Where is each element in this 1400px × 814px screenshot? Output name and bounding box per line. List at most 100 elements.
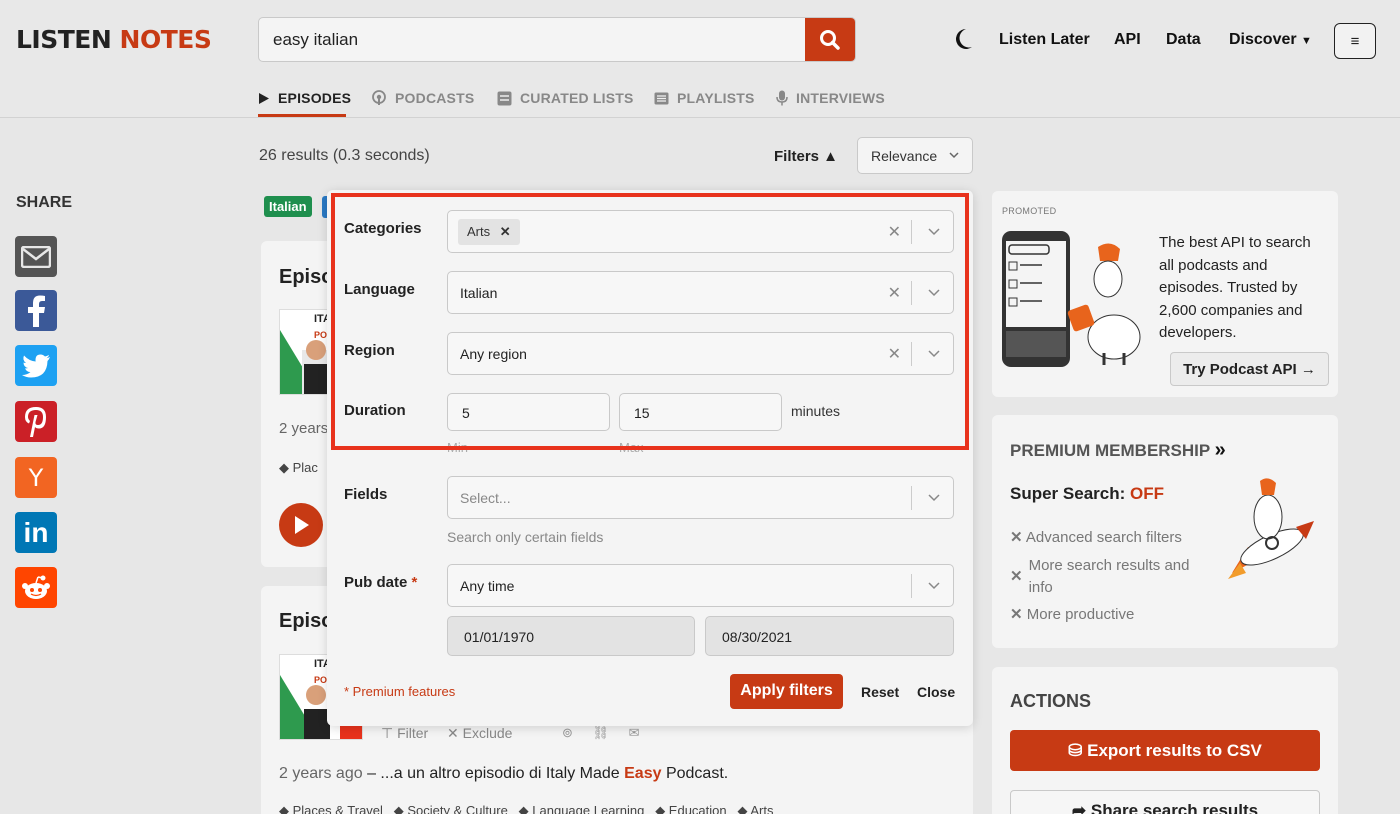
tab-podcasts[interactable]: PODCASTS <box>371 90 474 106</box>
tab-interviews[interactable]: INTERVIEWS <box>776 90 885 106</box>
filter-action[interactable]: ⊤ Filter <box>381 725 428 742</box>
facebook-icon[interactable] <box>15 290 57 331</box>
exclude-action[interactable]: ✕ Exclude <box>447 725 512 742</box>
tab-playlists[interactable]: PLAYLISTS <box>654 90 755 106</box>
export-csv-label: Export results to CSV <box>1087 741 1262 760</box>
episode-title[interactable]: Episo <box>279 610 333 633</box>
rss-icon[interactable]: ⊚ <box>562 725 573 740</box>
fields-placeholder: Select... <box>460 490 511 506</box>
play-icon <box>295 516 309 534</box>
pubdate-label: Pub date * <box>344 574 417 591</box>
tag-label: Society & Culture <box>407 803 508 814</box>
tag-item[interactable]: ◆ Society & Culture <box>394 803 508 814</box>
episode-tag[interactable]: ◆ Plac <box>279 460 318 476</box>
tag-label: Arts <box>750 803 774 814</box>
premium-feature-label: More productive <box>1026 606 1135 623</box>
super-search-state: OFF <box>1130 484 1164 503</box>
nav-discover[interactable]: Discover ▼ <box>1229 31 1312 49</box>
playlist-icon <box>654 92 669 104</box>
logo-part1: LISTEN <box>16 25 112 54</box>
logo[interactable]: LISTEN NOTES <box>16 25 212 54</box>
search-icon <box>820 29 840 50</box>
tag-label: Language Learning <box>532 803 645 814</box>
menu-icon: ≡ <box>1350 32 1360 50</box>
share-search-results-button[interactable]: ➦ Share search results <box>1010 790 1320 814</box>
sort-select[interactable]: Relevance <box>857 137 973 174</box>
search-box <box>258 17 856 62</box>
filter-label: Filter <box>397 725 429 741</box>
database-icon: ⛁ <box>1068 741 1083 760</box>
actions-card: ACTIONS ⛁ Export results to CSV ➦ Share … <box>992 667 1338 814</box>
date-to-input[interactable]: 08/30/2021 <box>705 616 954 656</box>
search-button[interactable] <box>805 18 855 61</box>
premium-feature-label: Advanced search filters <box>1025 529 1182 546</box>
promo-card: PROMOTED The best API to search all podc… <box>992 191 1338 397</box>
date-from-input[interactable]: 01/01/1970 <box>447 616 695 656</box>
rocket-mascot-illustration <box>1228 478 1314 579</box>
tab-curated-lists-label: CURATED LISTS <box>520 90 634 106</box>
tag-item[interactable]: ◆ Places & Travel <box>279 803 383 814</box>
pinterest-icon[interactable] <box>15 401 57 442</box>
podcast-icon <box>372 90 386 105</box>
episode-age: 2 years ago <box>279 765 363 782</box>
fields-select[interactable]: Select... <box>447 476 954 519</box>
apply-filters-button[interactable]: Apply filters <box>730 674 843 709</box>
play-button[interactable] <box>279 503 323 547</box>
premium-feature: ✕ More productive <box>1010 605 1134 623</box>
actions-title: ACTIONS <box>1010 691 1091 711</box>
try-api-button[interactable]: Try Podcast API → <box>1170 352 1329 386</box>
link-icon[interactable]: ⛓ <box>593 725 610 740</box>
caret-down-icon: ▼ <box>1301 35 1312 47</box>
chevron-down-icon[interactable] <box>927 490 941 504</box>
episode-title[interactable]: Episo <box>279 266 333 289</box>
super-search-status: Super Search: OFF <box>1010 484 1164 504</box>
episode-tags: ◆ Places & Travel ◆ Society & Culture ◆ … <box>279 803 774 814</box>
tag-item[interactable]: ◆ Arts <box>737 803 773 814</box>
filters-toggle[interactable]: Filters ▲ <box>774 148 838 165</box>
nav-discover-label: Discover <box>1229 31 1297 48</box>
active-tab-indicator <box>258 114 346 117</box>
reset-button[interactable]: Reset <box>861 684 899 700</box>
super-search-label: Super Search: <box>1010 484 1126 503</box>
play-icon <box>259 92 269 104</box>
email-icon[interactable] <box>15 236 57 277</box>
tab-interviews-label: INTERVIEWS <box>796 90 885 106</box>
tab-curated-lists[interactable]: CURATED LISTS <box>497 90 634 106</box>
premium-card: PREMIUM MEMBERSHIP » Super Search: OFF ✕… <box>992 415 1338 648</box>
list-icon <box>497 91 512 105</box>
menu-button[interactable]: ≡ <box>1334 23 1376 59</box>
tag-icon: ◆ <box>279 460 289 475</box>
nav-data[interactable]: Data <box>1166 31 1201 49</box>
select-divider <box>911 486 912 510</box>
language-chip[interactable]: Italian <box>264 196 312 217</box>
tag-label: Education <box>668 803 727 814</box>
close-button[interactable]: Close <box>917 684 955 700</box>
reddit-icon[interactable] <box>15 567 57 608</box>
hackernews-icon[interactable]: Y <box>15 457 57 498</box>
snippet-post: Podcast. <box>665 765 729 782</box>
premium-star: * <box>411 574 418 591</box>
moon-icon[interactable] <box>952 27 974 51</box>
export-csv-button[interactable]: ⛁ Export results to CSV <box>1010 730 1320 771</box>
exclude-label: Exclude <box>462 725 513 741</box>
x-icon: ✕ <box>1010 529 1023 546</box>
snippet-dash: – <box>367 765 376 782</box>
header: LISTEN NOTES Listen Later API Data Disco… <box>0 0 1400 118</box>
nav-listen-later[interactable]: Listen Later <box>999 31 1090 49</box>
pubdate-select[interactable]: Any time <box>447 564 954 607</box>
tab-episodes[interactable]: EPISODES <box>258 90 351 106</box>
email-icon[interactable]: ✉ <box>629 725 640 740</box>
premium-feature: ✕ More search results and info <box>1010 555 1210 599</box>
chevron-down-icon[interactable] <box>927 578 941 592</box>
snippet-highlight: Easy <box>624 765 662 782</box>
tag-item[interactable]: ◆ Language Learning <box>519 803 645 814</box>
premium-title[interactable]: PREMIUM MEMBERSHIP » <box>1010 439 1226 462</box>
nav-api[interactable]: API <box>1114 31 1141 49</box>
linkedin-icon[interactable]: in <box>15 512 57 553</box>
tag-item[interactable]: ◆ Education <box>655 803 726 814</box>
search-input[interactable] <box>259 18 807 61</box>
highlight-box <box>331 193 969 450</box>
premium-feature: ✕ Advanced search filters <box>1010 528 1182 546</box>
premium-title-text: PREMIUM MEMBERSHIP <box>1010 441 1210 460</box>
twitter-icon[interactable] <box>15 345 57 386</box>
